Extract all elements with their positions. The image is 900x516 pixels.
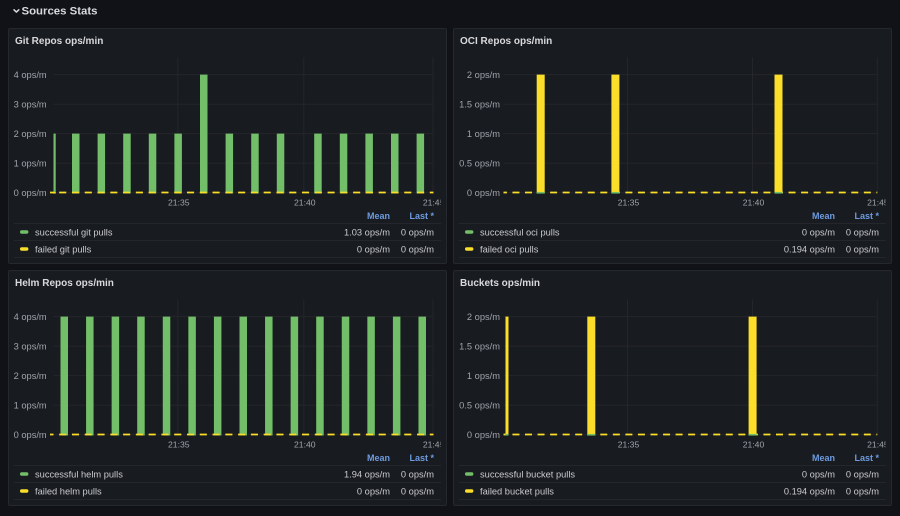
svg-text:0.194 ops/m: 0.194 ops/m (784, 244, 835, 254)
svg-text:1.5 ops/m: 1.5 ops/m (459, 341, 500, 351)
svg-text:1.03 ops/m: 1.03 ops/m (344, 227, 390, 237)
svg-text:Mean: Mean (812, 211, 835, 221)
svg-text:4 ops/m: 4 ops/m (14, 312, 47, 322)
svg-text:0 ops/m: 0 ops/m (467, 187, 500, 197)
svg-text:0 ops/m: 0 ops/m (357, 487, 390, 497)
svg-text:21:45: 21:45 (867, 440, 889, 450)
svg-text:1.94 ops/m: 1.94 ops/m (344, 470, 390, 480)
svg-text:21:35: 21:35 (618, 440, 640, 450)
svg-text:4 ops/m: 4 ops/m (14, 69, 47, 79)
svg-text:0 ops/m: 0 ops/m (802, 227, 835, 237)
svg-text:1.5 ops/m: 1.5 ops/m (459, 99, 500, 109)
svg-text:0.5 ops/m: 0.5 ops/m (459, 400, 500, 410)
svg-text:21:40: 21:40 (743, 197, 765, 207)
svg-text:Last *: Last * (409, 211, 434, 221)
svg-text:successful oci pulls: successful oci pulls (480, 227, 560, 237)
svg-text:0 ops/m: 0 ops/m (401, 244, 434, 254)
svg-text:21:40: 21:40 (294, 440, 316, 450)
svg-text:0 ops/m: 0 ops/m (846, 470, 879, 480)
svg-text:0 ops/m: 0 ops/m (14, 430, 47, 440)
svg-text:0 ops/m: 0 ops/m (802, 470, 835, 480)
svg-text:OCI Repos ops/min: OCI Repos ops/min (460, 36, 552, 47)
svg-text:Mean: Mean (812, 453, 835, 463)
svg-text:21:45: 21:45 (423, 440, 445, 450)
svg-text:1 ops/m: 1 ops/m (467, 128, 500, 138)
svg-text:0.194 ops/m: 0.194 ops/m (784, 487, 835, 497)
svg-text:successful bucket pulls: successful bucket pulls (480, 470, 575, 480)
svg-text:21:45: 21:45 (867, 197, 889, 207)
svg-text:0 ops/m: 0 ops/m (846, 227, 879, 237)
svg-text:1 ops/m: 1 ops/m (14, 400, 47, 410)
svg-text:Helm Repos ops/min: Helm Repos ops/min (15, 278, 114, 289)
svg-text:0 ops/m: 0 ops/m (401, 227, 434, 237)
svg-text:3 ops/m: 3 ops/m (14, 99, 47, 109)
svg-text:21:35: 21:35 (618, 197, 640, 207)
svg-text:1 ops/m: 1 ops/m (467, 371, 500, 381)
svg-text:21:40: 21:40 (743, 440, 765, 450)
svg-text:Mean: Mean (367, 211, 390, 221)
svg-text:Git Repos ops/min: Git Repos ops/min (15, 36, 103, 47)
svg-text:2 ops/m: 2 ops/m (14, 371, 47, 381)
svg-text:Last *: Last * (409, 453, 434, 463)
svg-text:0 ops/m: 0 ops/m (14, 187, 47, 197)
svg-text:Buckets ops/min: Buckets ops/min (460, 278, 540, 289)
svg-text:0 ops/m: 0 ops/m (467, 430, 500, 440)
svg-text:0 ops/m: 0 ops/m (846, 244, 879, 254)
svg-text:failed bucket pulls: failed bucket pulls (480, 487, 554, 497)
svg-text:failed git pulls: failed git pulls (35, 244, 92, 254)
svg-text:2 ops/m: 2 ops/m (467, 312, 500, 322)
svg-text:2 ops/m: 2 ops/m (14, 128, 47, 138)
svg-text:1 ops/m: 1 ops/m (14, 158, 47, 168)
svg-text:3 ops/m: 3 ops/m (14, 341, 47, 351)
svg-text:Sources Stats: Sources Stats (22, 6, 98, 18)
svg-text:0 ops/m: 0 ops/m (401, 487, 434, 497)
svg-text:21:45: 21:45 (423, 197, 445, 207)
svg-text:failed oci pulls: failed oci pulls (480, 244, 539, 254)
svg-text:Mean: Mean (367, 453, 390, 463)
svg-text:0 ops/m: 0 ops/m (846, 487, 879, 497)
svg-text:0.5 ops/m: 0.5 ops/m (459, 158, 500, 168)
svg-text:successful git pulls: successful git pulls (35, 227, 113, 237)
svg-text:21:35: 21:35 (168, 197, 190, 207)
svg-text:2 ops/m: 2 ops/m (467, 69, 500, 79)
svg-text:21:40: 21:40 (294, 197, 316, 207)
svg-text:21:35: 21:35 (168, 440, 190, 450)
svg-text:0 ops/m: 0 ops/m (357, 244, 390, 254)
svg-text:successful helm pulls: successful helm pulls (35, 470, 123, 480)
svg-text:failed helm pulls: failed helm pulls (35, 487, 102, 497)
svg-text:Last *: Last * (854, 453, 879, 463)
svg-text:Last *: Last * (854, 211, 879, 221)
svg-text:0 ops/m: 0 ops/m (401, 470, 434, 480)
